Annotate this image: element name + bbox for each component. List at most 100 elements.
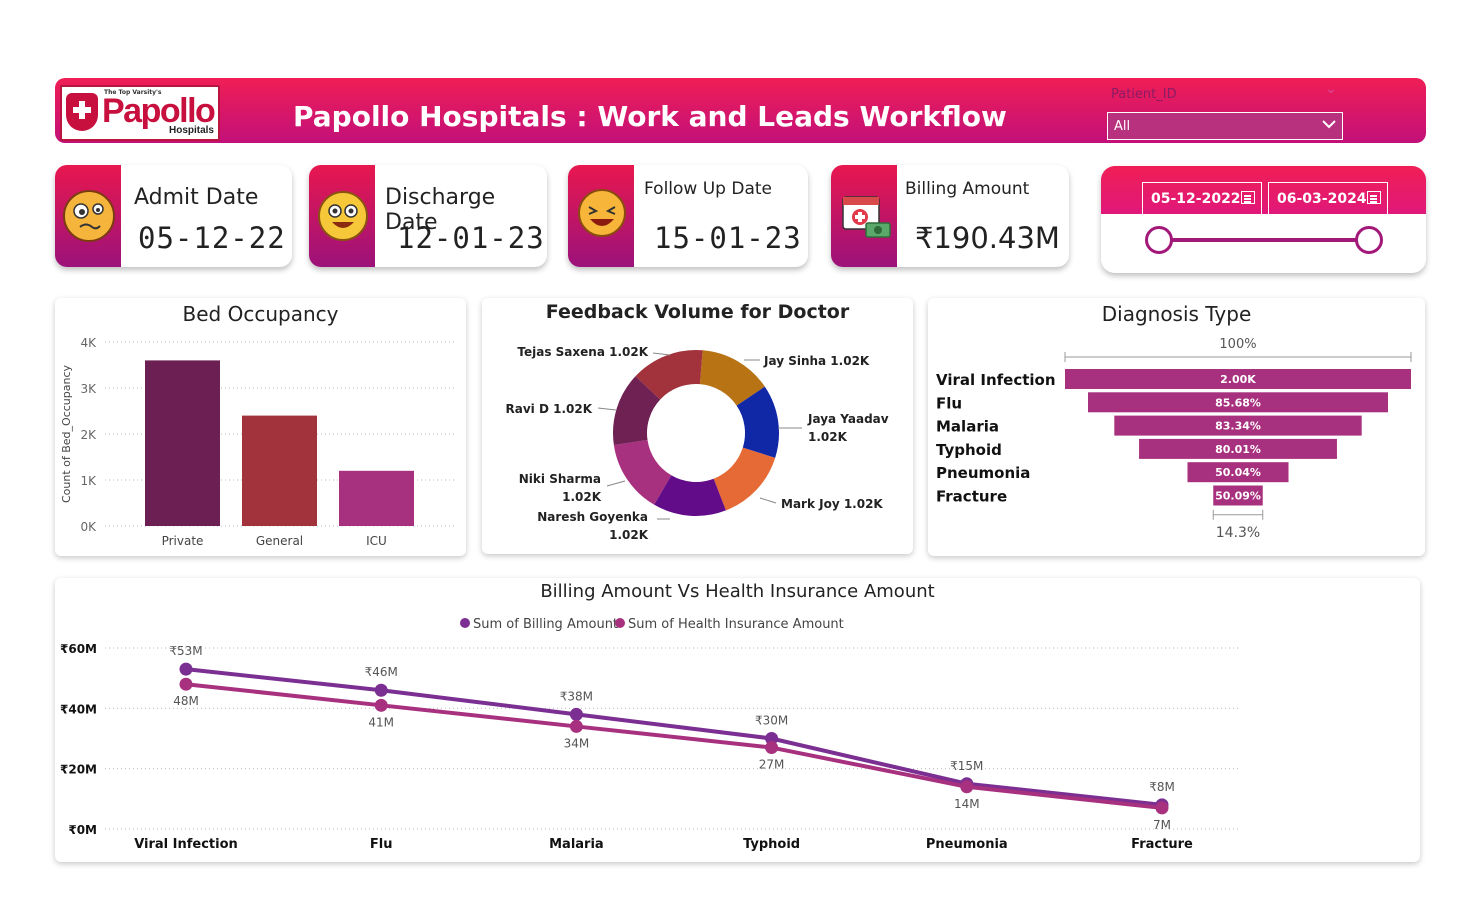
funnel-value-label: 80.01% [1215,443,1261,456]
admit-date-card: Admit Date 05-12-22 [55,165,292,267]
funnel-category-label: Pneumonia [936,464,1030,482]
laughing-emoji-icon [578,189,626,237]
funnel-category-label: Typhoid [936,441,1002,459]
leader-line [759,497,777,504]
series-point [179,677,193,691]
confused-emoji-icon [63,190,115,242]
y-tick-label: ₹20M [60,763,97,777]
series-point [569,719,583,733]
series-point [1155,801,1169,815]
range-start-handle[interactable] [1145,226,1173,254]
slice-label: 1.02K [562,490,602,504]
slice-label: 1.02K [609,528,649,542]
slice-label: Tejas Saxena 1.02K [517,345,648,359]
funnel-bottom-label: 14.3% [1216,525,1260,541]
funnel-value-label: 50.09% [1215,490,1261,503]
bed-occupancy-panel: Bed Occupancy 0K 1K 2K 3K 4K Count of Bed_Occ… [55,298,466,556]
legend-label: Sum of Billing Amount [473,617,618,632]
data-label: 27M [759,758,785,772]
chevron-down-icon[interactable]: ⌄ [1325,81,1337,97]
data-label: ₹8M [1149,780,1175,794]
y-tick-label: 1K [80,474,97,488]
page-title: Papollo Hospitals : Work and Leads Workf… [293,100,1007,133]
discharge-date-value: 12-01-23 [397,221,545,255]
funnel-category-label: Flu [936,394,962,412]
follow-up-date-value: 15-01-23 [654,221,802,255]
legend-marker [615,618,625,628]
slice-label: Mark Joy 1.02K [781,497,883,511]
bar-icu [339,470,414,526]
data-label: 7M [1153,818,1171,832]
leader-line [606,480,626,487]
x-tick-label: ICU [366,534,387,548]
chevron-down-icon [1322,120,1336,129]
feedback-donut-chart: Jay Sinha 1.02K Jaya Yaadav 1.02K Mark Joy … [506,345,889,542]
y-tick-label: 4K [80,336,97,350]
data-label: ₹53M [169,644,202,658]
data-label: ₹15M [950,759,983,773]
x-tick-label: Fracture [1131,837,1193,852]
x-tick-label: Typhoid [743,837,800,852]
y-tick-label: 0K [80,520,97,534]
data-label: 48M [173,694,199,708]
funnel-category-label: Viral Infection [936,371,1056,389]
slice-label: Jaya Yaadav [807,412,889,426]
start-date-value: 05-12-2022 [1151,191,1241,207]
funnel-category-label: Fracture [936,488,1007,506]
patient-id-dropdown[interactable]: All [1107,112,1343,140]
legend-marker [460,618,470,628]
billing-amount-label: Billing Amount [905,179,1030,199]
follow-up-date-card: Follow Up Date 15-01-23 [568,165,808,267]
y-tick-label: 2K [80,428,97,442]
y-tick-label: 3K [80,382,97,396]
data-label: 14M [954,797,980,811]
end-date-value: 06-03-2024 [1277,191,1367,207]
funnel-top-label: 100% [1219,337,1256,352]
x-tick-label: Pneumonia [926,837,1008,852]
bar-private [145,360,220,526]
calendar-icon[interactable] [1367,191,1381,204]
slice-label: 1.02K [808,430,848,444]
bed-occupancy-chart: 0K 1K 2K 3K 4K Count of Bed_Occupancy Private G… [60,336,455,548]
data-label: 34M [564,736,590,750]
patient-id-value: All [1114,119,1131,134]
x-tick-label: Private [162,534,204,548]
end-date-input[interactable]: 06-03-2024 [1268,182,1388,214]
slice-label: Naresh Goyenka [537,510,648,524]
date-range-track[interactable] [1159,238,1369,242]
series-point [765,741,779,755]
data-label: ₹30M [755,714,788,728]
start-date-input[interactable]: 05-12-2022 [1142,182,1262,214]
x-tick-label: Flu [370,837,393,852]
diagnosis-funnel-chart: 100% 2.00K Viral Infection 85.68% Flu 83.34% M… [936,337,1412,541]
leader-line [597,407,617,411]
admit-date-value: 05-12-22 [138,221,286,255]
series-point [569,707,583,721]
calendar-icon[interactable] [1241,191,1255,204]
y-axis-label: Count of Bed_Occupancy [60,364,73,503]
admit-date-label: Admit Date [134,185,259,210]
data-label: ₹46M [365,665,398,679]
slice-label: Niki Sharma [519,472,601,486]
range-end-handle[interactable] [1355,226,1383,254]
x-tick-label: General [256,534,303,548]
date-range-slicer: 05-12-2022 06-03-2024 [1101,166,1426,273]
donut-slice-mark-joy [713,447,776,511]
x-tick-label: Malaria [549,837,604,852]
feedback-panel: Feedback Volume for Doctor Jay Sinha 1.0… [482,298,913,554]
series-point [960,780,974,794]
slice-label: Ravi D 1.02K [506,402,593,416]
bar-general [242,415,317,526]
medical-cross-icon [66,93,98,131]
header-banner: The Top Varsity's Papollo Hospitals Papo… [55,78,1426,143]
funnel-value-label: 50.04% [1215,466,1261,479]
discharge-date-card: Discharge Date 12-01-23 [309,165,547,267]
billing-amount-value: ₹190.43M [915,221,1060,255]
diagnosis-panel: Diagnosis Type 100% 2.00K Viral Infection 8… [928,298,1425,556]
series-point [374,683,388,697]
y-tick-label: ₹0M [68,823,97,837]
logo-subtitle: Hospitals [168,125,214,136]
follow-up-date-label: Follow Up Date [644,179,772,199]
funnel-value-label: 85.68% [1215,396,1261,409]
leader-line [652,352,671,356]
